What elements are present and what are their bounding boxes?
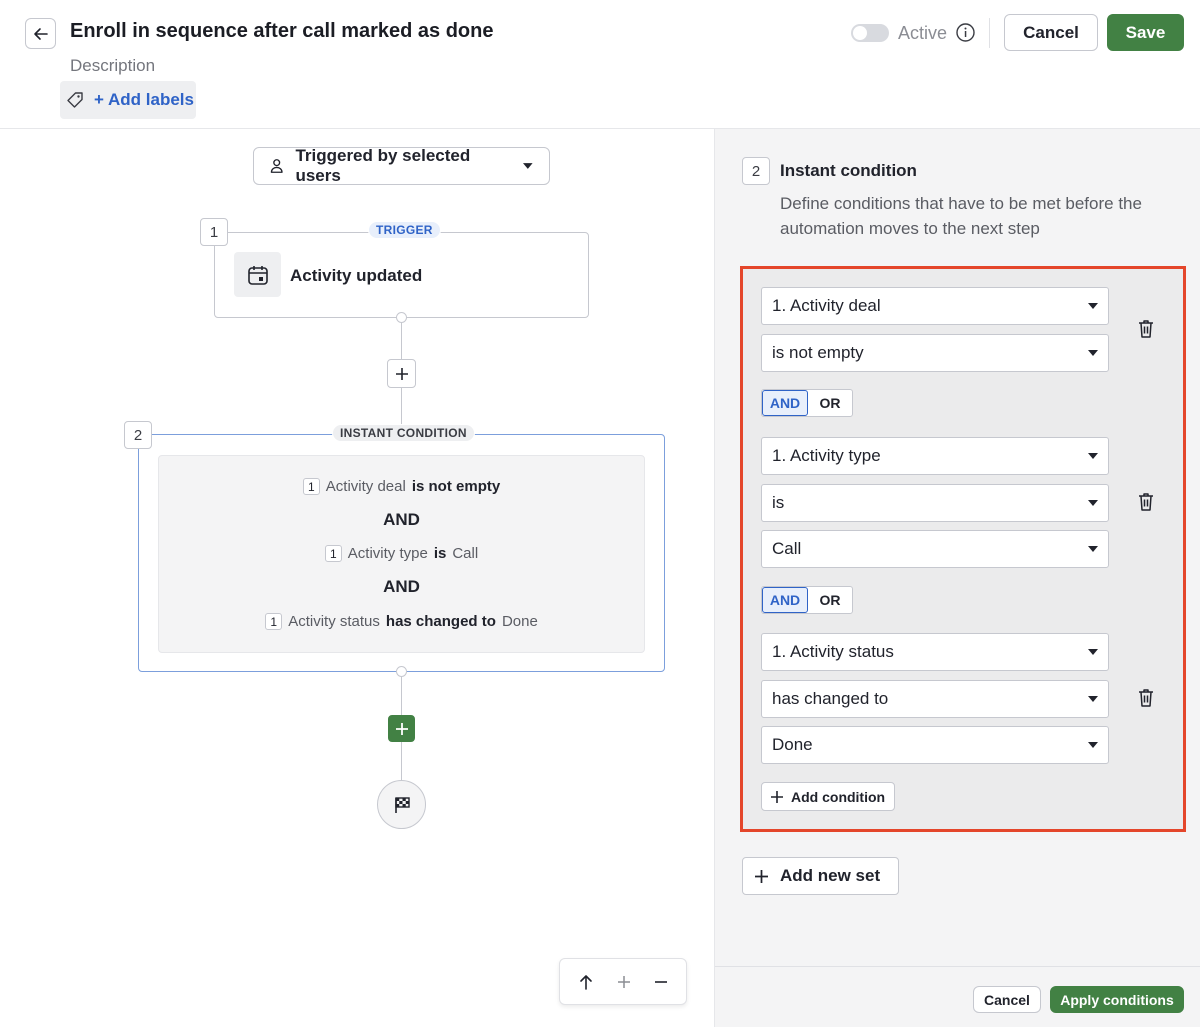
active-toggle[interactable] bbox=[851, 24, 889, 42]
condition-field-select[interactable]: 1. Activity status bbox=[761, 633, 1109, 671]
arrow-up-icon[interactable] bbox=[578, 974, 594, 990]
caret-down-icon bbox=[1088, 350, 1098, 356]
checkered-flag-icon bbox=[394, 796, 410, 813]
calendar-icon bbox=[234, 252, 281, 297]
trash-icon[interactable] bbox=[1137, 319, 1155, 339]
finish-node bbox=[377, 780, 426, 829]
caret-down-icon bbox=[523, 163, 533, 169]
add-step-button[interactable] bbox=[387, 359, 416, 388]
condition-operator-select[interactable]: has changed to bbox=[761, 680, 1109, 718]
condition-field: Activity status bbox=[288, 613, 380, 630]
connector-line bbox=[401, 677, 402, 715]
select-value: is bbox=[772, 493, 785, 512]
page-title[interactable]: Enroll in sequence after call marked as … bbox=[70, 20, 494, 43]
select-value: has changed to bbox=[772, 689, 889, 708]
condition-operator: is not empty bbox=[411, 478, 501, 495]
and-or-toggle: AND OR bbox=[761, 586, 853, 614]
condition-value: Call bbox=[452, 545, 479, 562]
connector-line bbox=[401, 742, 402, 780]
caret-down-icon bbox=[1088, 453, 1098, 459]
arrow-left-icon bbox=[33, 27, 48, 40]
or-option[interactable]: OR bbox=[808, 390, 852, 416]
panel-footer-divider bbox=[715, 966, 1200, 967]
ref-badge: 1 bbox=[302, 478, 320, 495]
user-icon bbox=[270, 159, 283, 173]
trash-icon[interactable] bbox=[1137, 492, 1155, 512]
or-option[interactable]: OR bbox=[808, 587, 852, 613]
trigger-title: Activity updated bbox=[290, 266, 423, 285]
trigger-users-label: Triggered by selected users bbox=[295, 146, 471, 185]
zoom-out-icon[interactable] bbox=[654, 975, 668, 989]
and-option[interactable]: AND bbox=[762, 587, 808, 613]
info-icon[interactable] bbox=[956, 23, 975, 42]
trigger-users-dropdown[interactable]: Triggered by selected users bbox=[253, 146, 550, 185]
and-option[interactable]: AND bbox=[762, 390, 808, 416]
select-value: 1. Activity status bbox=[772, 642, 894, 661]
caret-down-icon bbox=[1088, 546, 1098, 552]
caret-down-icon bbox=[1088, 303, 1098, 309]
step-number: 1 bbox=[200, 218, 228, 246]
add-labels-label: + Add labels bbox=[94, 90, 194, 109]
condition-operator-select[interactable]: is not empty bbox=[761, 334, 1109, 372]
condition-field: Activity deal bbox=[325, 478, 406, 495]
step-number: 2 bbox=[124, 421, 152, 449]
apply-conditions-button[interactable]: Apply conditions bbox=[1050, 986, 1184, 1013]
caret-down-icon bbox=[1088, 500, 1098, 506]
condition-operator: is bbox=[433, 545, 447, 562]
condition-operator-select[interactable]: is bbox=[761, 484, 1109, 522]
select-value: Done bbox=[772, 735, 813, 754]
header-divider bbox=[989, 18, 990, 48]
plus-icon bbox=[395, 722, 408, 735]
and-joiner: AND bbox=[383, 510, 420, 529]
add-condition-label: Add condition bbox=[791, 788, 886, 805]
zoom-controls bbox=[559, 958, 687, 1005]
condition-field-select[interactable]: 1. Activity type bbox=[761, 437, 1109, 475]
select-value: 1. Activity deal bbox=[772, 296, 881, 315]
add-new-set-label: Add new set bbox=[780, 866, 881, 885]
connector-dot bbox=[396, 312, 407, 323]
trigger-badge: TRIGGER bbox=[368, 221, 441, 239]
panel-step-number: 2 bbox=[742, 157, 770, 185]
caret-down-icon bbox=[1088, 742, 1098, 748]
add-condition-button[interactable]: Add condition bbox=[761, 782, 895, 811]
caret-down-icon bbox=[1088, 649, 1098, 655]
save-button[interactable]: Save bbox=[1107, 14, 1184, 51]
ref-badge: 1 bbox=[324, 545, 342, 562]
back-button[interactable] bbox=[25, 18, 56, 49]
plus-icon bbox=[395, 367, 408, 380]
select-value: 1. Activity type bbox=[772, 446, 881, 465]
active-label: Active bbox=[898, 23, 948, 43]
zoom-in-icon[interactable] bbox=[617, 975, 631, 989]
condition-field: Activity type bbox=[347, 545, 428, 562]
trash-icon[interactable] bbox=[1137, 688, 1155, 708]
cancel-button[interactable]: Cancel bbox=[1004, 14, 1098, 51]
plus-icon bbox=[755, 869, 768, 883]
caret-down-icon bbox=[1088, 696, 1098, 702]
panel-description: Define conditions that have to be met be… bbox=[780, 194, 1142, 238]
connector-line bbox=[401, 318, 402, 359]
condition-line: 1 Activity status has changed to Done bbox=[158, 613, 645, 630]
and-joiner: AND bbox=[383, 577, 420, 596]
condition-value-select[interactable]: Done bbox=[761, 726, 1109, 764]
description-field[interactable]: Description bbox=[70, 56, 155, 76]
select-value: is not empty bbox=[772, 343, 864, 362]
condition-badge: INSTANT CONDITION bbox=[332, 424, 475, 442]
condition-field-select[interactable]: 1. Activity deal bbox=[761, 287, 1109, 325]
add-step-button[interactable] bbox=[388, 715, 415, 742]
condition-line: 1 Activity type is Call bbox=[158, 545, 645, 562]
condition-line: 1 Activity deal is not empty bbox=[158, 478, 645, 495]
add-new-set-button[interactable]: Add new set bbox=[742, 857, 899, 895]
connector-dot bbox=[396, 666, 407, 677]
tag-icon bbox=[67, 92, 83, 108]
ref-badge: 1 bbox=[265, 613, 283, 630]
select-value: Call bbox=[772, 539, 802, 558]
condition-value: Done bbox=[501, 613, 538, 630]
plus-icon bbox=[771, 790, 783, 803]
condition-operator: has changed to bbox=[385, 613, 496, 630]
panel-cancel-button[interactable]: Cancel bbox=[973, 986, 1041, 1013]
condition-value-select[interactable]: Call bbox=[761, 530, 1109, 568]
and-or-toggle: AND OR bbox=[761, 389, 853, 417]
panel-title: Instant condition bbox=[780, 161, 917, 180]
add-labels-button[interactable]: + Add labels bbox=[60, 81, 196, 119]
